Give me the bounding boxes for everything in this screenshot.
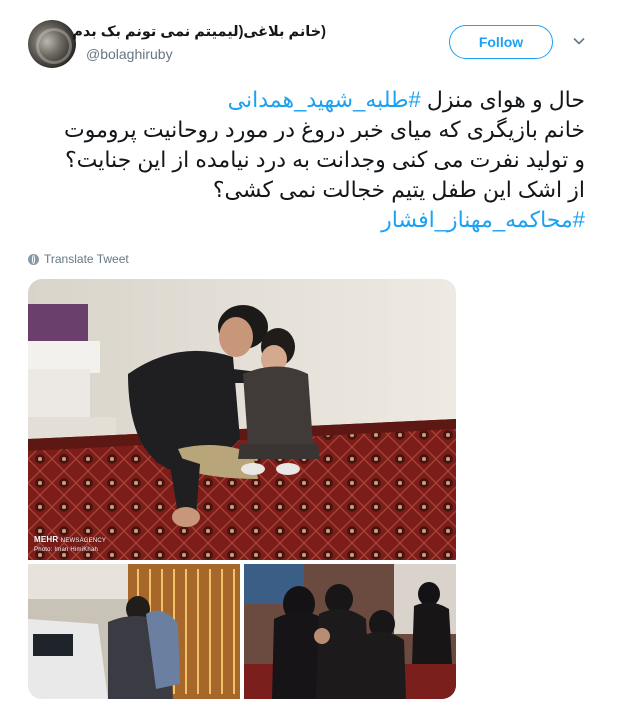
media-grid: MEHR NEWSAGENCY Photo: Iman HimiKhah <box>28 279 456 699</box>
photo-main[interactable]: MEHR NEWSAGENCY Photo: Iman HimiKhah <box>28 279 456 560</box>
photo-bottom-left-image <box>28 564 240 699</box>
photo-bottom-right[interactable] <box>244 564 456 699</box>
photo-main-image <box>28 279 456 560</box>
tweet-text: حال و هوای منزل #طلبه_شهید_همدانی خانم ب… <box>28 85 585 235</box>
tweet-line-text: حال و هوای منزل <box>420 87 585 112</box>
translate-label: Translate Tweet <box>44 252 129 266</box>
tweet-line: حال و هوای منزل #طلبه_شهید_همدانی <box>28 85 585 115</box>
chevron-down-icon[interactable] <box>572 34 586 48</box>
watermark-brand: MEHR <box>34 535 59 544</box>
author-handle[interactable]: @bolaghiruby <box>86 46 173 62</box>
watermark-agency: NEWSAGENCY <box>60 538 107 544</box>
translate-tweet-link[interactable]: Translate Tweet <box>28 251 129 267</box>
follow-button[interactable]: Follow <box>449 25 553 59</box>
photo-bottom-right-image <box>244 564 456 699</box>
tweet-line: #محاکمه_مهناز_افشار <box>28 205 585 235</box>
globe-icon <box>28 253 39 265</box>
watermark: MEHR NEWSAGENCY Photo: Iman HimiKhah <box>34 535 106 555</box>
avatar[interactable] <box>28 20 76 68</box>
photo-credit: Photo: Iman HimiKhah <box>34 547 99 553</box>
avatar-image <box>36 28 72 64</box>
tweet-line: از اشک این طفل یتیم خجالت نمی کشی؟ <box>212 177 585 202</box>
tweet-line: خانم بازیگری که میای خبر دروغ در مورد رو… <box>64 117 585 142</box>
hashtag-link[interactable]: #محاکمه_مهناز_افشار <box>381 207 585 232</box>
hashtag-link[interactable]: #طلبه_شهید_همدانی <box>228 87 421 112</box>
author-display-name[interactable]: (خانم بلاغی(لیمیتم نمی تونم بک بدم <box>72 24 326 40</box>
tweet-line: و تولید نفرت می کنی وجدانت به درد نیامده… <box>64 147 585 172</box>
tweet-card: (خانم بلاغی(لیمیتم نمی تونم بک بدم @bola… <box>0 0 622 707</box>
photo-bottom-left[interactable] <box>28 564 240 699</box>
